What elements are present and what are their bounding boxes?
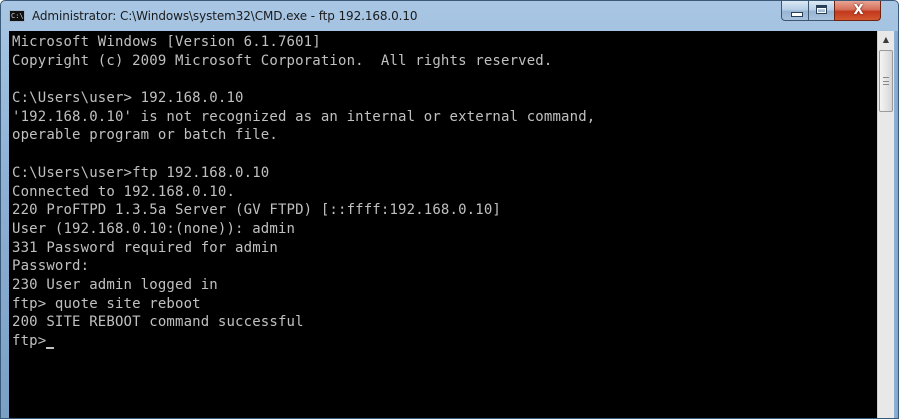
scroll-thumb[interactable] [879, 50, 893, 112]
title-bar[interactable]: C:\ Administrator: C:\Windows\system32\C… [1, 1, 898, 31]
minimize-button[interactable] [781, 1, 809, 21]
console-line: 220 ProFTPD 1.3.5a Server (GV FTPD) [::f… [12, 202, 501, 219]
cmd-window: C:\ Administrator: C:\Windows\system32\C… [0, 0, 899, 419]
console-line: User (192.168.0.10:(none)): admin [12, 220, 296, 237]
console-line: Password: [12, 258, 90, 275]
text-cursor [46, 347, 55, 349]
console-line: operable program or batch file. [12, 127, 278, 144]
window-frame-right [894, 31, 898, 418]
window-title: Administrator: C:\Windows\system32\CMD.e… [32, 9, 418, 23]
console-line: 200 SITE REBOOT command successful [12, 314, 304, 331]
maximize-button[interactable] [808, 1, 835, 21]
console-line: C:\Users\user> 192.168.0.10 [12, 90, 244, 107]
console-line: ftp> quote site reboot [12, 295, 201, 312]
caption-buttons: X [781, 1, 893, 21]
maximize-icon [816, 5, 827, 14]
grip-icon [883, 77, 889, 85]
console-line: Copyright (c) 2009 Microsoft Corporation… [12, 52, 553, 69]
console-lines: Microsoft Windows [Version 6.1.7601] Cop… [12, 33, 595, 351]
console-line: Microsoft Windows [Version 6.1.7601] [12, 34, 321, 50]
console-output[interactable]: Microsoft Windows [Version 6.1.7601] Cop… [9, 31, 877, 418]
console-line: 230 User admin logged in [12, 276, 218, 293]
close-button[interactable]: X [834, 1, 881, 21]
console-line: C:\Users\user>ftp 192.168.0.10 [12, 164, 270, 181]
console-prompt-line[interactable]: ftp> [12, 332, 595, 351]
console-icon[interactable]: C:\ [9, 10, 25, 22]
minimize-icon [791, 12, 803, 17]
console-line: 331 Password required for admin [12, 239, 278, 256]
scroll-up-arrow-icon[interactable]: ▲ [878, 31, 894, 48]
console-line: '192.168.0.10' is not recognized as an i… [12, 108, 596, 125]
console-line: Connected to 192.168.0.10. [12, 183, 236, 200]
vertical-scrollbar[interactable]: ▲ [877, 31, 894, 418]
console-prompt: ftp> [12, 333, 47, 349]
close-icon: X [853, 3, 864, 18]
